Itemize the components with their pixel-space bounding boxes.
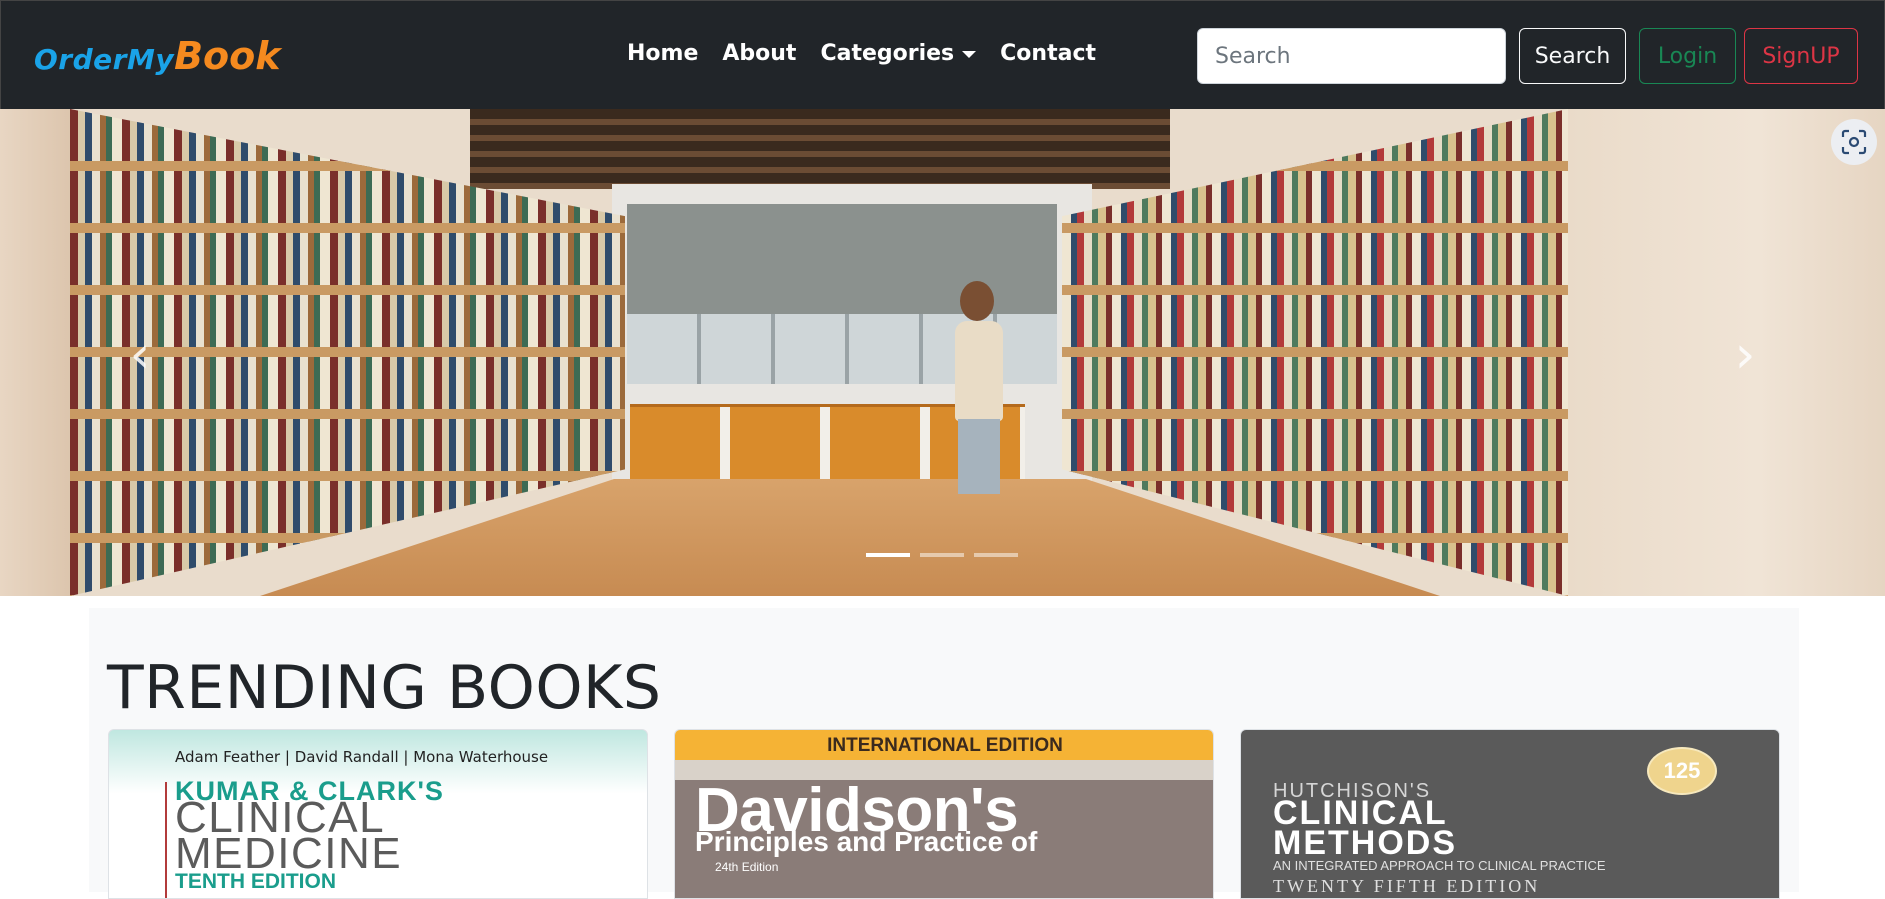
book-subtitle: Principles and Practice of [695, 826, 1038, 857]
hero-carousel: ‹ › [0, 109, 1885, 596]
caret-down-icon [962, 50, 977, 58]
person-legs [958, 419, 1000, 494]
book-edition: 24th Edition [715, 860, 779, 874]
carousel-indicator-3[interactable] [974, 553, 1018, 557]
nav-contact[interactable]: Contact [1000, 41, 1096, 66]
book-authors: Adam Feather | David Randall | Mona Wate… [175, 748, 549, 766]
carousel-prev-button[interactable]: ‹ [120, 329, 160, 389]
book-edition-band: INTERNATIONAL EDITION [827, 735, 1063, 756]
library-wall-left [0, 109, 72, 596]
book-card-hutchisons[interactable]: 125 HUTCHISON'S CLINICAL METHODS AN INTE… [1240, 729, 1780, 899]
carousel-indicator-2[interactable] [920, 553, 964, 557]
visual-search-button[interactable] [1831, 119, 1877, 165]
cover-accent-line [165, 782, 167, 898]
carousel-slide-library-image [0, 109, 1885, 596]
brand-logo[interactable]: OrderMyBook [34, 34, 281, 78]
carousel-next-button[interactable]: › [1725, 329, 1765, 389]
book-edition: TENTH EDITION [175, 870, 336, 893]
trending-section: TRENDING BOOKS Adam Feather | David Rand… [89, 608, 1799, 899]
section-title: TRENDING BOOKS [107, 653, 662, 723]
nav-about[interactable]: About [722, 41, 796, 66]
book-title-methods: METHODS [1273, 824, 1457, 862]
anniversary-badge: 125 [1647, 747, 1717, 795]
person-head [960, 281, 994, 321]
navbar: OrderMyBook Home About Categories Contac… [0, 0, 1885, 109]
brand-part2: Book [174, 34, 281, 78]
book-title-line2: CLINICAL MEDICINE [175, 796, 403, 878]
nav-links: Home About Categories Contact [627, 41, 1120, 66]
book-card-kumar-clark[interactable]: Adam Feather | David Randall | Mona Wate… [108, 729, 648, 899]
book-subtitle: AN INTEGRATED APPROACH TO CLINICAL PRACT… [1273, 858, 1606, 873]
book-card-davidsons[interactable]: INTERNATIONAL EDITION Davidson's Princip… [674, 729, 1214, 899]
search-button[interactable]: Search [1519, 28, 1626, 84]
nav-categories-label: Categories [820, 41, 955, 66]
carousel-indicator-1[interactable] [866, 553, 910, 557]
book-title-medicine: MEDICINE [175, 829, 403, 878]
library-ceiling [470, 109, 1170, 189]
search-input[interactable] [1197, 28, 1506, 84]
nav-home[interactable]: Home [627, 41, 698, 66]
book-title-main: CLINICAL METHODS [1273, 796, 1457, 862]
signup-button[interactable]: SignUP [1744, 28, 1858, 84]
carousel-indicators [866, 553, 1018, 557]
brand-part1: OrderMy [34, 43, 175, 76]
nav-categories-dropdown[interactable]: Categories [820, 41, 977, 66]
book-edition: TWENTY FIFTH EDITION [1273, 876, 1541, 896]
badge-number: 125 [1663, 758, 1701, 783]
person-body [955, 321, 1003, 421]
login-button[interactable]: Login [1639, 28, 1736, 84]
visual-search-icon [1841, 129, 1867, 155]
